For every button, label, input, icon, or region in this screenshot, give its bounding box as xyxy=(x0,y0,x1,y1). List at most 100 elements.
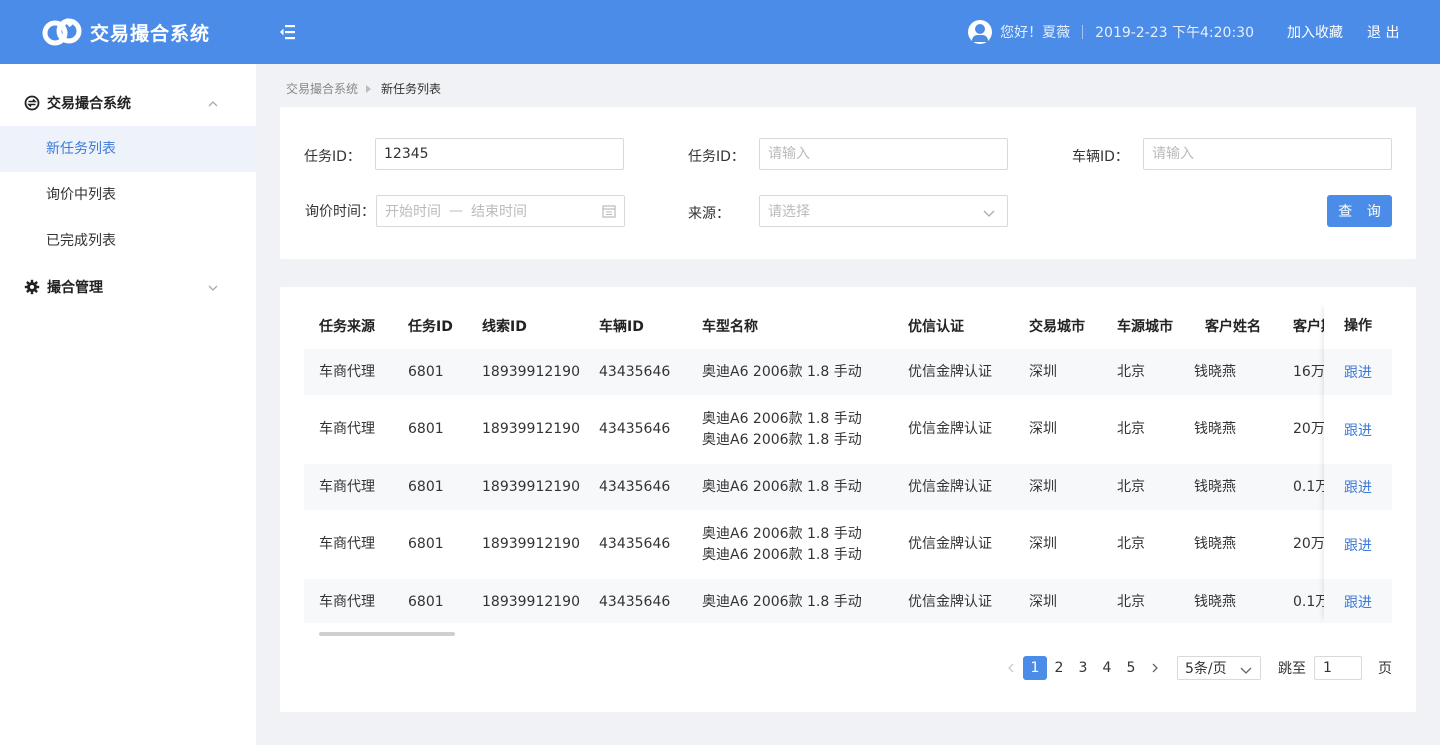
add-favorite-link[interactable]: 加入收藏 xyxy=(1287,22,1343,42)
sidebar-group-match-management[interactable]: 撮合管理 xyxy=(0,264,256,310)
divider xyxy=(1082,25,1084,39)
top-header: 交易撮合系统 您好！夏薇 2019-2-23 下午4:20:30 加入收藏 退 … xyxy=(0,0,1440,64)
page-number-2[interactable]: 2 xyxy=(1047,656,1071,680)
vehicle-id-input[interactable] xyxy=(1143,138,1392,170)
table-cell-model: 奥迪A6 2006款 1.8 手动 xyxy=(687,349,893,395)
column-header: 任务来源 xyxy=(304,303,393,349)
column-header: 车型名称 xyxy=(687,303,893,349)
prev-page-icon[interactable] xyxy=(999,656,1023,680)
breadcrumb: 交易撮合系统 新任务列表 xyxy=(286,80,441,97)
end-time-placeholder: 结束时间 xyxy=(471,204,527,220)
inquiry-time-label: 询价时间： xyxy=(305,204,375,220)
page-number-4[interactable]: 4 xyxy=(1095,656,1119,680)
table-cell-source-city: 北京 xyxy=(1117,421,1145,437)
table-row[interactable]: 车商代理 6801 18939912190 43435646 奥迪A6 2006款 1.… xyxy=(304,464,1392,510)
table-cell-vehicle-id: 43435646 xyxy=(584,349,687,395)
follow-up-link[interactable]: 跟进 xyxy=(1324,510,1392,579)
sidebar-group-label: 撮合管理 xyxy=(47,280,103,296)
table-header-row: 任务来源 任务ID 线索ID 车辆ID 车型名称 优信认证 交易城市 车源城市 客户姓名 客户期 xyxy=(304,303,1392,349)
table-cell-task-id: 6801 xyxy=(408,421,444,437)
task-table-panel: 任务来源 任务ID 线索ID 车辆ID 车型名称 优信认证 交易城市 车源城市 客户姓名 客户期 … xyxy=(280,287,1416,712)
inquiry-time-range-picker[interactable]: 开始时间 — 结束时间 xyxy=(376,195,625,227)
table-cell-source: 车商代理 xyxy=(304,349,393,395)
table-cell-task-id: 6801 xyxy=(393,464,467,510)
page-number-5[interactable]: 5 xyxy=(1119,656,1143,680)
table-cell-customer: 钱晓燕 xyxy=(1190,579,1278,623)
jump-page-input[interactable] xyxy=(1314,656,1362,680)
gear-icon xyxy=(24,279,40,295)
column-header: 优信认证 xyxy=(893,303,1014,349)
table-cell-source: 车商代理 xyxy=(304,464,393,510)
sidebar-item-new-tasks[interactable]: 新任务列表 xyxy=(0,126,256,172)
chevron-up-icon xyxy=(208,97,218,107)
source-label: 来源： xyxy=(688,206,730,222)
task-id-input[interactable] xyxy=(375,138,624,170)
chevron-down-icon xyxy=(1240,664,1252,674)
sidebar-item-inquiring[interactable]: 询价中列表 xyxy=(0,172,256,218)
table-cell-vehicle-id: 43435646 xyxy=(584,464,687,510)
table-row[interactable]: 车商代理 6801 18939912190 43435646 奥迪A6 2006款 1.… xyxy=(304,395,1392,464)
menu-fold-icon[interactable] xyxy=(278,22,298,42)
next-page-icon[interactable] xyxy=(1143,656,1167,680)
table-cell-customer: 钱晓燕 xyxy=(1194,536,1236,552)
exchange-icon xyxy=(24,95,40,111)
sidebar-group-trade[interactable]: 交易撮合系统 xyxy=(0,80,256,126)
user-avatar-icon xyxy=(968,20,993,44)
table-scroll-area[interactable]: 任务来源 任务ID 线索ID 车辆ID 车型名称 优信认证 交易城市 车源城市 客户姓名 客户期 … xyxy=(304,303,1392,623)
table-row[interactable]: 车商代理 6801 18939912190 43435646 奥迪A6 2006款 1.… xyxy=(304,579,1392,623)
column-header: 交易城市 xyxy=(1014,303,1102,349)
link-chain-icon xyxy=(42,17,82,47)
table-cell-vehicle-id: 43435646 xyxy=(599,421,671,437)
table-cell-model: 奥迪A6 2006款 1.8 手动 奥迪A6 2006款 1.8 手动 xyxy=(702,410,862,448)
table-cell-customer: 钱晓燕 xyxy=(1190,349,1278,395)
calendar-icon xyxy=(602,204,616,218)
table-cell-trade-city: 深圳 xyxy=(1029,421,1057,437)
follow-up-link[interactable]: 跟进 xyxy=(1324,579,1392,623)
table-cell-cert: 优信金牌认证 xyxy=(908,421,992,437)
page-size-select[interactable]: 5条/页 xyxy=(1177,656,1261,680)
table-cell-lead-id: 18939912190 xyxy=(467,349,584,395)
page-number-1[interactable]: 1 xyxy=(1023,656,1047,680)
follow-up-link[interactable]: 跟进 xyxy=(1324,349,1392,395)
page-unit-label: 页 xyxy=(1378,661,1392,677)
breadcrumb-root[interactable]: 交易撮合系统 xyxy=(286,80,358,97)
logout-link[interactable]: 退 出 xyxy=(1367,22,1399,42)
task-id-input-2[interactable] xyxy=(759,138,1008,170)
query-button[interactable]: 查 询 xyxy=(1327,195,1392,227)
table-cell-customer: 钱晓燕 xyxy=(1190,464,1278,510)
sidebar-group-label: 交易撮合系统 xyxy=(47,96,131,112)
table-cell-task-id: 6801 xyxy=(393,579,467,623)
table-cell-cert: 优信金牌认证 xyxy=(893,464,1014,510)
table-cell-customer: 钱晓燕 xyxy=(1194,421,1236,437)
follow-up-link[interactable]: 跟进 xyxy=(1324,464,1392,510)
source-select[interactable]: 请选择 xyxy=(759,195,1008,227)
table-cell-source-city: 北京 xyxy=(1117,536,1145,552)
chevron-down-icon xyxy=(983,206,995,217)
column-header: 线索ID xyxy=(467,303,584,349)
table-row[interactable]: 车商代理 6801 18939912190 43435646 奥迪A6 2006款 1.… xyxy=(304,349,1392,395)
table-cell-task-id: 6801 xyxy=(408,536,444,552)
follow-up-link[interactable]: 跟进 xyxy=(1324,395,1392,464)
table-row[interactable]: 车商代理 6801 18939912190 43435646 奥迪A6 2006款 1.… xyxy=(304,510,1392,579)
breadcrumb-current: 新任务列表 xyxy=(381,82,442,96)
task-table: 任务来源 任务ID 线索ID 车辆ID 车型名称 优信认证 交易城市 车源城市 客户姓名 客户期 … xyxy=(304,303,1392,623)
table-cell-cert: 优信金牌认证 xyxy=(908,536,992,552)
sidebar-item-completed[interactable]: 已完成列表 xyxy=(0,218,256,264)
breadcrumb-arrow-icon xyxy=(366,84,372,93)
filter-panel: 任务ID： 任务ID： 车辆ID： 询价时间： 开始时间 — 结束时间 来源： … xyxy=(280,107,1416,259)
table-cell-trade-city: 深圳 xyxy=(1014,349,1102,395)
table-cell-source-city: 北京 xyxy=(1102,579,1190,623)
table-cell-model: 奥迪A6 2006款 1.8 手动 xyxy=(687,464,893,510)
horizontal-scrollbar[interactable] xyxy=(319,632,455,636)
table-cell-lead-id: 18939912190 xyxy=(482,536,580,552)
page-number-3[interactable]: 3 xyxy=(1071,656,1095,680)
app-title: 交易撮合系统 xyxy=(90,22,211,45)
table-cell-model: 奥迪A6 2006款 1.8 手动 xyxy=(687,579,893,623)
table-cell-vehicle-id: 43435646 xyxy=(599,536,671,552)
table-body: 车商代理 6801 18939912190 43435646 奥迪A6 2006款 1.… xyxy=(304,349,1392,623)
table-cell-trade-city: 深圳 xyxy=(1014,579,1102,623)
table-cell-trade-city: 深圳 xyxy=(1014,464,1102,510)
table-cell-source-city: 北京 xyxy=(1102,349,1190,395)
source-placeholder: 请选择 xyxy=(768,204,810,220)
app-logo[interactable]: 交易撮合系统 xyxy=(42,17,210,47)
